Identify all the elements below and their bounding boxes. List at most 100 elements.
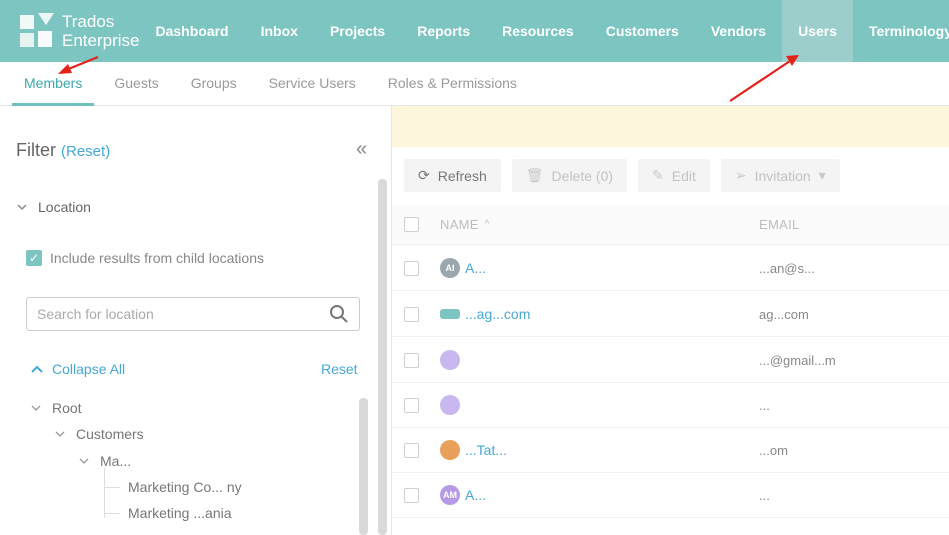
- tree-node-label: Customers: [76, 426, 144, 442]
- member-name-link[interactable]: A...: [465, 487, 486, 503]
- sidebar-scrollbar[interactable]: [378, 179, 387, 535]
- name-column-label: NAME: [440, 217, 479, 232]
- tree-node-root[interactable]: Root: [30, 400, 82, 416]
- brand-line-2: Enterprise: [62, 31, 140, 50]
- tree-connector: [104, 513, 120, 514]
- edit-button[interactable]: ✎ Edit: [638, 159, 710, 192]
- avatar: [440, 350, 460, 370]
- table-row[interactable]: ...: [392, 383, 949, 428]
- chevron-up-icon: [31, 365, 43, 373]
- trash-icon: 🗑: [525, 167, 544, 183]
- row-checkbox[interactable]: [404, 487, 419, 503]
- tree-connector: [104, 487, 120, 488]
- nav-item-vendors[interactable]: Vendors: [695, 0, 782, 62]
- tree-node-group[interactable]: Ma...: [78, 453, 131, 469]
- top-nav-bar: Trados Enterprise Dashboard Inbox Projec…: [0, 0, 949, 62]
- main-nav: Dashboard Inbox Projects Reports Resourc…: [139, 0, 949, 62]
- chevron-down-icon: [55, 431, 65, 437]
- table-row[interactable]: AI A... ...an@s...: [392, 246, 949, 291]
- member-name-link[interactable]: A...: [465, 260, 486, 276]
- edit-icon: ✎: [652, 167, 664, 183]
- table-row[interactable]: ...@gmail...m: [392, 338, 949, 383]
- brand-line-1: Trados: [62, 12, 115, 31]
- name-column-header[interactable]: NAME ^: [440, 217, 490, 232]
- location-label: Location: [38, 199, 91, 215]
- refresh-button[interactable]: ⟳ Refresh: [404, 159, 501, 192]
- notice-banner: [392, 106, 949, 147]
- tab-groups[interactable]: Groups: [175, 61, 253, 105]
- delete-button[interactable]: 🗑 Delete (0): [511, 159, 628, 192]
- avatar: [440, 440, 460, 460]
- tree-node-customers[interactable]: Customers: [54, 426, 144, 442]
- app-logo[interactable]: Trados Enterprise: [0, 0, 139, 62]
- location-search-box: [26, 297, 360, 331]
- delete-label: Delete (0): [551, 167, 614, 184]
- tab-service-users[interactable]: Service Users: [253, 61, 372, 105]
- nav-item-resources[interactable]: Resources: [486, 0, 590, 62]
- invitation-button[interactable]: ➢ Invitation ▾: [720, 159, 840, 192]
- member-email: ...@gmail...m: [759, 352, 836, 368]
- tree-connector: [104, 468, 105, 518]
- nav-item-users[interactable]: Users: [782, 0, 854, 62]
- nav-item-inbox[interactable]: Inbox: [245, 0, 314, 62]
- tree-node-marketing-romania[interactable]: Marketing ...ania: [128, 505, 232, 521]
- nav-item-dashboard[interactable]: Dashboard: [139, 0, 244, 62]
- tree-reset-link[interactable]: Reset: [321, 361, 358, 377]
- row-checkbox[interactable]: [404, 260, 419, 276]
- caret-down-icon: ▾: [818, 167, 826, 183]
- table-row[interactable]: ...ag...com ag...com: [392, 292, 949, 337]
- avatar: AI: [440, 258, 460, 278]
- member-email: ...: [759, 487, 770, 503]
- send-icon: ➢: [734, 167, 747, 183]
- collapse-all-button[interactable]: Collapse All: [30, 361, 125, 377]
- collapse-all-label: Collapse All: [52, 361, 126, 377]
- table-row[interactable]: AM A... ...: [392, 473, 949, 518]
- users-subtabs: Members Guests Groups Service Users Role…: [0, 62, 949, 106]
- include-child-locations-label: Include results from child locations: [50, 250, 264, 266]
- row-checkbox[interactable]: [404, 442, 419, 458]
- location-search-input[interactable]: [37, 306, 329, 322]
- filter-reset-link[interactable]: (Reset): [61, 143, 110, 160]
- nav-item-reports[interactable]: Reports: [401, 0, 486, 62]
- tree-scrollbar[interactable]: [359, 398, 368, 535]
- tree-node-label: Marketing ...ania: [128, 505, 232, 521]
- invitation-label: Invitation: [754, 167, 811, 184]
- edit-label: Edit: [671, 167, 696, 184]
- email-column-header[interactable]: EMAIL: [759, 217, 800, 232]
- members-table-header: NAME ^ EMAIL: [392, 205, 949, 245]
- nav-item-projects[interactable]: Projects: [314, 0, 401, 62]
- nav-item-terminology[interactable]: Terminology: [853, 0, 949, 62]
- include-child-locations-checkbox[interactable]: ✓ Include results from child locations: [26, 250, 264, 266]
- checkmark-icon: ✓: [26, 250, 42, 266]
- chevron-down-icon: [79, 458, 89, 464]
- member-email: ...an@s...: [759, 260, 815, 276]
- brand-name: Trados Enterprise: [62, 12, 139, 50]
- row-checkbox[interactable]: [404, 397, 419, 413]
- chevron-down-icon: [17, 204, 27, 211]
- trados-logo-icon: [20, 13, 54, 47]
- members-toolbar: ⟳ Refresh 🗑 Delete (0) ✎ Edit ➢ Invitati…: [404, 159, 840, 192]
- row-checkbox[interactable]: [404, 306, 419, 322]
- collapse-sidebar-button[interactable]: «: [356, 138, 367, 161]
- tab-roles-permissions[interactable]: Roles & Permissions: [372, 61, 533, 105]
- chevron-down-icon: [31, 405, 41, 411]
- filter-heading: Filter (Reset): [16, 140, 110, 161]
- tab-members[interactable]: Members: [8, 61, 98, 106]
- member-name-link[interactable]: ...ag...com: [465, 306, 530, 322]
- avatar: [440, 395, 460, 415]
- select-all-checkbox[interactable]: [404, 217, 419, 232]
- avatar: [440, 309, 460, 319]
- tree-node-label: Root: [52, 400, 82, 416]
- refresh-icon: ⟳: [418, 167, 430, 183]
- tab-guests[interactable]: Guests: [98, 61, 174, 105]
- double-chevron-left-icon: «: [356, 138, 368, 160]
- location-section-toggle[interactable]: Location: [16, 199, 91, 215]
- row-checkbox[interactable]: [404, 352, 419, 368]
- tree-node-label: Marketing Co... ny: [128, 479, 242, 495]
- table-row[interactable]: ...Tat... ...om: [392, 428, 949, 473]
- member-name-link[interactable]: ...Tat...: [465, 442, 507, 458]
- search-icon[interactable]: [329, 304, 349, 324]
- tree-node-marketing-company[interactable]: Marketing Co... ny: [128, 479, 242, 495]
- member-email: ...om: [759, 442, 788, 458]
- nav-item-customers[interactable]: Customers: [590, 0, 695, 62]
